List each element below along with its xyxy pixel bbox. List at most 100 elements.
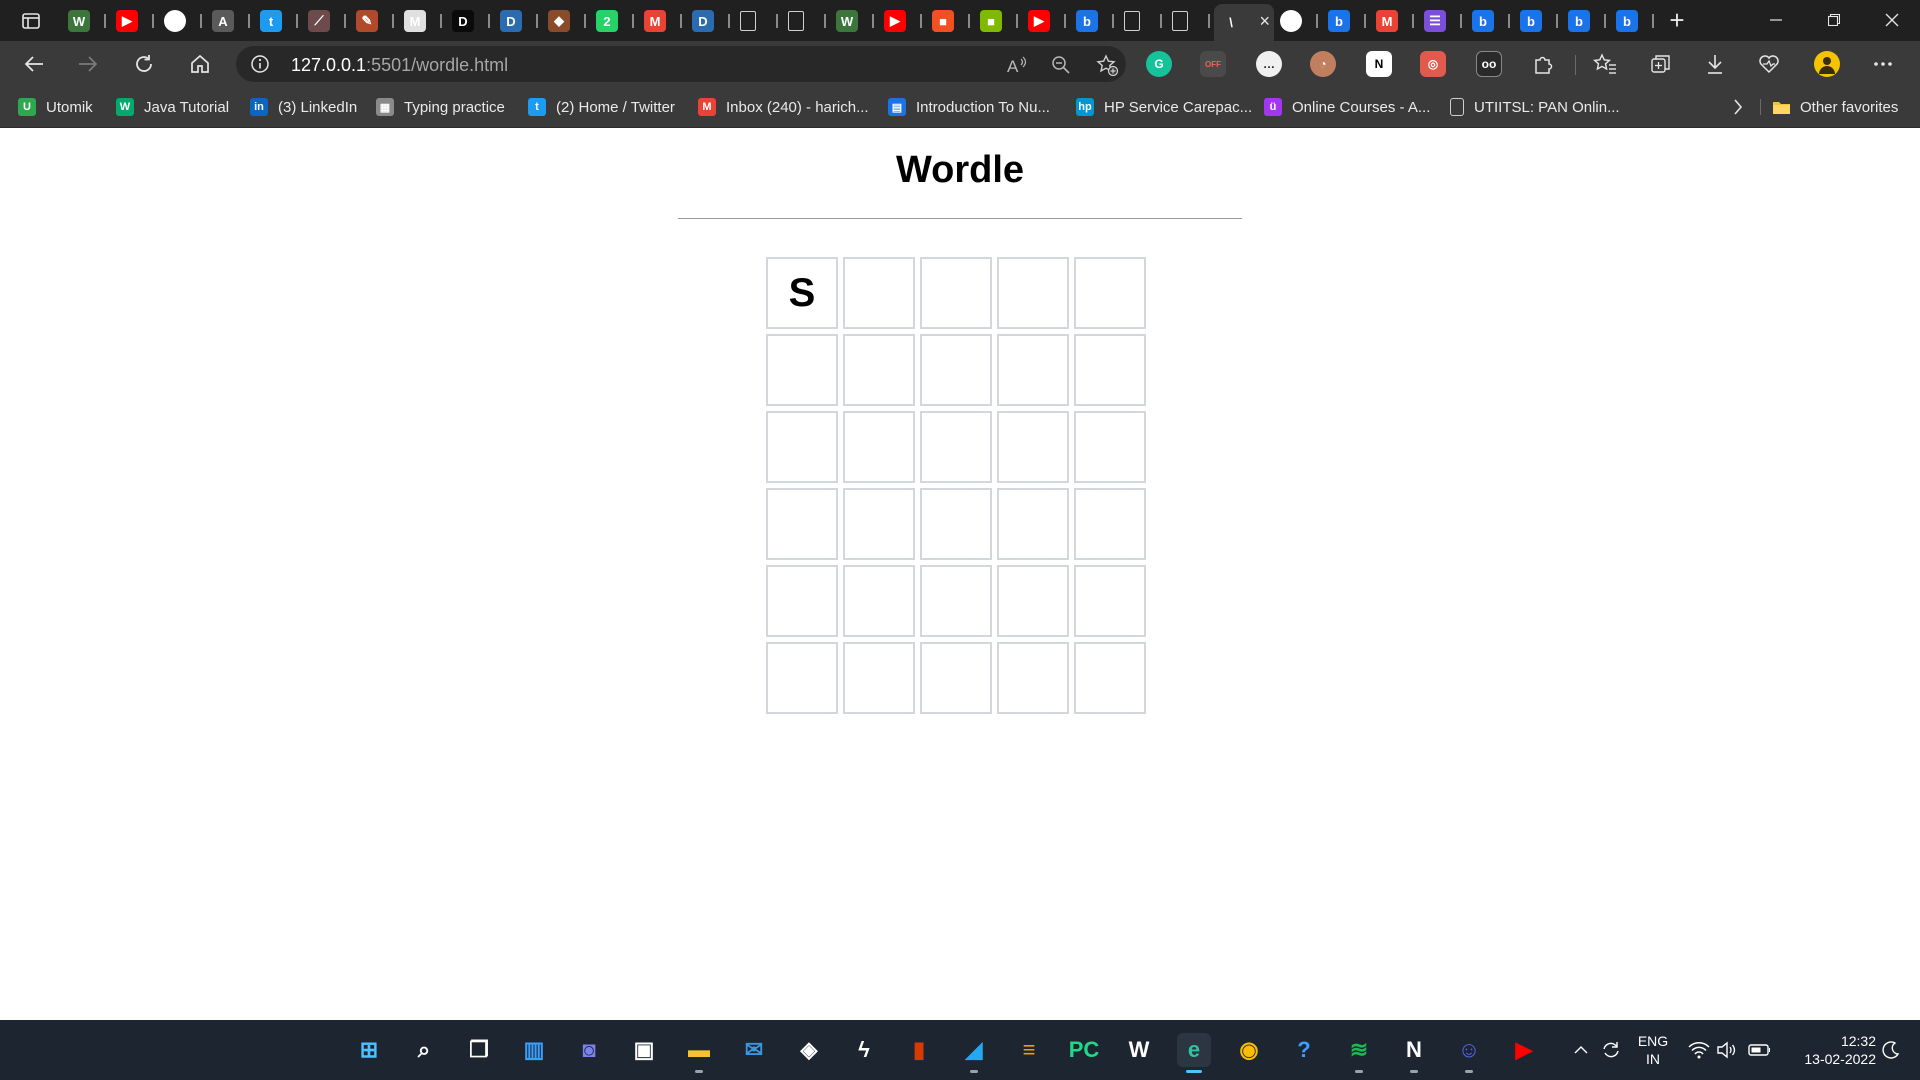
chat-extension-icon[interactable]: … <box>1256 51 1282 77</box>
file-explorer-icon[interactable]: ▬ <box>682 1033 716 1073</box>
show-hidden-icons-button[interactable] <box>1570 1038 1592 1062</box>
battery-status[interactable] <box>1748 1038 1770 1062</box>
browser-tab[interactable]: ☰ <box>1418 4 1466 38</box>
browser-tab[interactable] <box>782 4 830 38</box>
settings-more-button[interactable] <box>1870 51 1896 77</box>
back-button[interactable] <box>16 47 52 81</box>
spotify-icon[interactable]: ≋ <box>1342 1033 1376 1073</box>
owl-extension-icon[interactable]: ◔ <box>1310 51 1336 77</box>
favorite-link[interactable]: in (3) LinkedIn <box>250 96 357 118</box>
url-text[interactable]: 127.0.0.1:5501/wordle.html <box>291 55 508 76</box>
browser-tab[interactable]: t <box>254 4 302 38</box>
refresh-button[interactable] <box>126 47 162 81</box>
browser-tab[interactable]: ▶ <box>1022 4 1070 38</box>
favorite-link[interactable]: W Java Tutorial <box>116 96 229 118</box>
new-tab-button[interactable]: + <box>1660 6 1694 36</box>
tab-actions-menu-button[interactable] <box>14 7 48 35</box>
volume-control[interactable] <box>1716 1038 1738 1062</box>
browser-tab[interactable]: M <box>1370 4 1418 38</box>
notion-extension-icon[interactable]: N <box>1366 51 1392 77</box>
vscode-icon[interactable]: ◢ <box>957 1033 991 1073</box>
browser-tab[interactable]: M <box>638 4 686 38</box>
pycharm-icon[interactable]: PC <box>1067 1033 1101 1067</box>
browser-tab[interactable]: b <box>1610 4 1658 38</box>
browser-tab[interactable]: b <box>1322 4 1370 38</box>
browser-tab[interactable]: 2 <box>590 4 638 38</box>
focus-assist-button[interactable] <box>1880 1038 1902 1062</box>
favorite-link[interactable]: U Utomik <box>18 96 93 118</box>
edge-icon[interactable]: e <box>1177 1033 1211 1073</box>
browser-tab[interactable]: D <box>686 4 734 38</box>
input-language-indicator[interactable]: ENG IN <box>1636 1032 1670 1068</box>
chrome-icon[interactable]: ◉ <box>1232 1033 1266 1067</box>
collections-button[interactable] <box>1648 51 1674 77</box>
add-favorite-button[interactable] <box>1096 54 1118 76</box>
browser-tab[interactable]: b <box>1466 4 1514 38</box>
browser-tab[interactable]: M <box>398 4 446 38</box>
browser-tab[interactable]: D <box>494 4 542 38</box>
other-favorites-folder[interactable]: Other favorites <box>1772 96 1898 118</box>
favorite-link[interactable]: ▤ Introduction To Nu... <box>888 96 1050 118</box>
restore-button[interactable] <box>1806 4 1862 36</box>
teams-chat-icon[interactable]: ◙ <box>572 1033 606 1067</box>
browser-tab[interactable]: W <box>62 4 110 38</box>
windows-start-icon[interactable]: ⊞ <box>352 1033 386 1067</box>
browser-tab[interactable]: D <box>446 4 494 38</box>
favorite-link[interactable]: t (2) Home / Twitter <box>528 96 675 118</box>
browser-tab[interactable] <box>1274 4 1322 38</box>
favorites-button[interactable] <box>1592 51 1618 77</box>
browser-tab[interactable]: b <box>1070 4 1118 38</box>
glasses-extension-icon[interactable]: oo <box>1476 51 1502 77</box>
widgets-icon[interactable]: ▥ <box>517 1033 551 1067</box>
read-aloud-button[interactable]: A <box>1006 54 1028 76</box>
site-info-icon[interactable] <box>250 54 270 74</box>
favorite-link[interactable]: hp HP Service Carepac... <box>1076 96 1252 118</box>
system-clock[interactable]: 12:32 13-02-2022 <box>1780 1032 1876 1068</box>
wifi-status[interactable] <box>1688 1038 1710 1062</box>
sync-status-button[interactable] <box>1600 1038 1622 1062</box>
browser-tab[interactable] <box>734 4 782 38</box>
browser-tab[interactable] <box>1118 4 1166 38</box>
favorite-link[interactable]: M Inbox (240) - harich... <box>698 96 869 118</box>
home-button[interactable] <box>182 47 218 81</box>
browser-tab[interactable]: ▶ <box>110 4 158 38</box>
browser-tab[interactable] <box>158 4 206 38</box>
lightning-app-icon[interactable]: ϟ <box>847 1033 881 1067</box>
browser-tab[interactable]: ◆ <box>542 4 590 38</box>
extensions-button[interactable] <box>1530 51 1556 77</box>
wordweb-icon[interactable]: W <box>1122 1033 1156 1067</box>
browser-tab[interactable]: ⟋ <box>302 4 350 38</box>
dropbox-icon[interactable]: ◈ <box>792 1033 826 1067</box>
discord-icon[interactable]: ☺ <box>1452 1033 1486 1073</box>
close-tab-icon[interactable]: × <box>1259 12 1270 30</box>
browser-tab[interactable] <box>1166 4 1214 38</box>
help-icon[interactable]: ? <box>1287 1033 1321 1067</box>
wordle-board[interactable]: S <box>766 257 1146 714</box>
search-icon[interactable]: ⌕ <box>407 1033 441 1067</box>
notion-icon[interactable]: N <box>1397 1033 1431 1073</box>
close-window-button[interactable] <box>1864 4 1920 36</box>
favorite-link[interactable]: ▦ Typing practice <box>376 96 505 118</box>
profile-avatar[interactable] <box>1814 51 1840 77</box>
browser-tab[interactable]: ▶ <box>878 4 926 38</box>
mail-icon[interactable]: ✉ <box>737 1033 771 1067</box>
performance-button[interactable] <box>1756 51 1782 77</box>
favorite-link[interactable]: ü Online Courses - A... <box>1264 96 1430 118</box>
office-icon[interactable]: ▮ <box>902 1033 936 1067</box>
zoom-out-button[interactable] <box>1050 54 1072 76</box>
favorite-link[interactable]: UTIITSL: PAN Onlin... <box>1450 96 1620 118</box>
minimize-button[interactable] <box>1748 4 1804 36</box>
address-bar[interactable]: 127.0.0.1:5501/wordle.html A <box>236 46 1126 82</box>
target-extension-icon[interactable]: ◎ <box>1420 51 1446 77</box>
browser-tab[interactable]: ■ <box>974 4 1022 38</box>
forward-button[interactable] <box>70 47 106 81</box>
more-favorites-button[interactable] <box>1728 96 1748 118</box>
browser-tab[interactable]: b <box>1562 4 1610 38</box>
task-view-icon[interactable]: ❐ <box>462 1033 496 1067</box>
dark-mode-off-extension-icon[interactable]: OFF <box>1200 51 1226 77</box>
browser-tab[interactable]: A <box>206 4 254 38</box>
browser-tab[interactable]: W <box>830 4 878 38</box>
browser-tab[interactable]: ✎ <box>350 4 398 38</box>
tab-active[interactable]: \ × <box>1214 4 1274 41</box>
grammarly-extension-icon[interactable]: G <box>1146 51 1172 77</box>
